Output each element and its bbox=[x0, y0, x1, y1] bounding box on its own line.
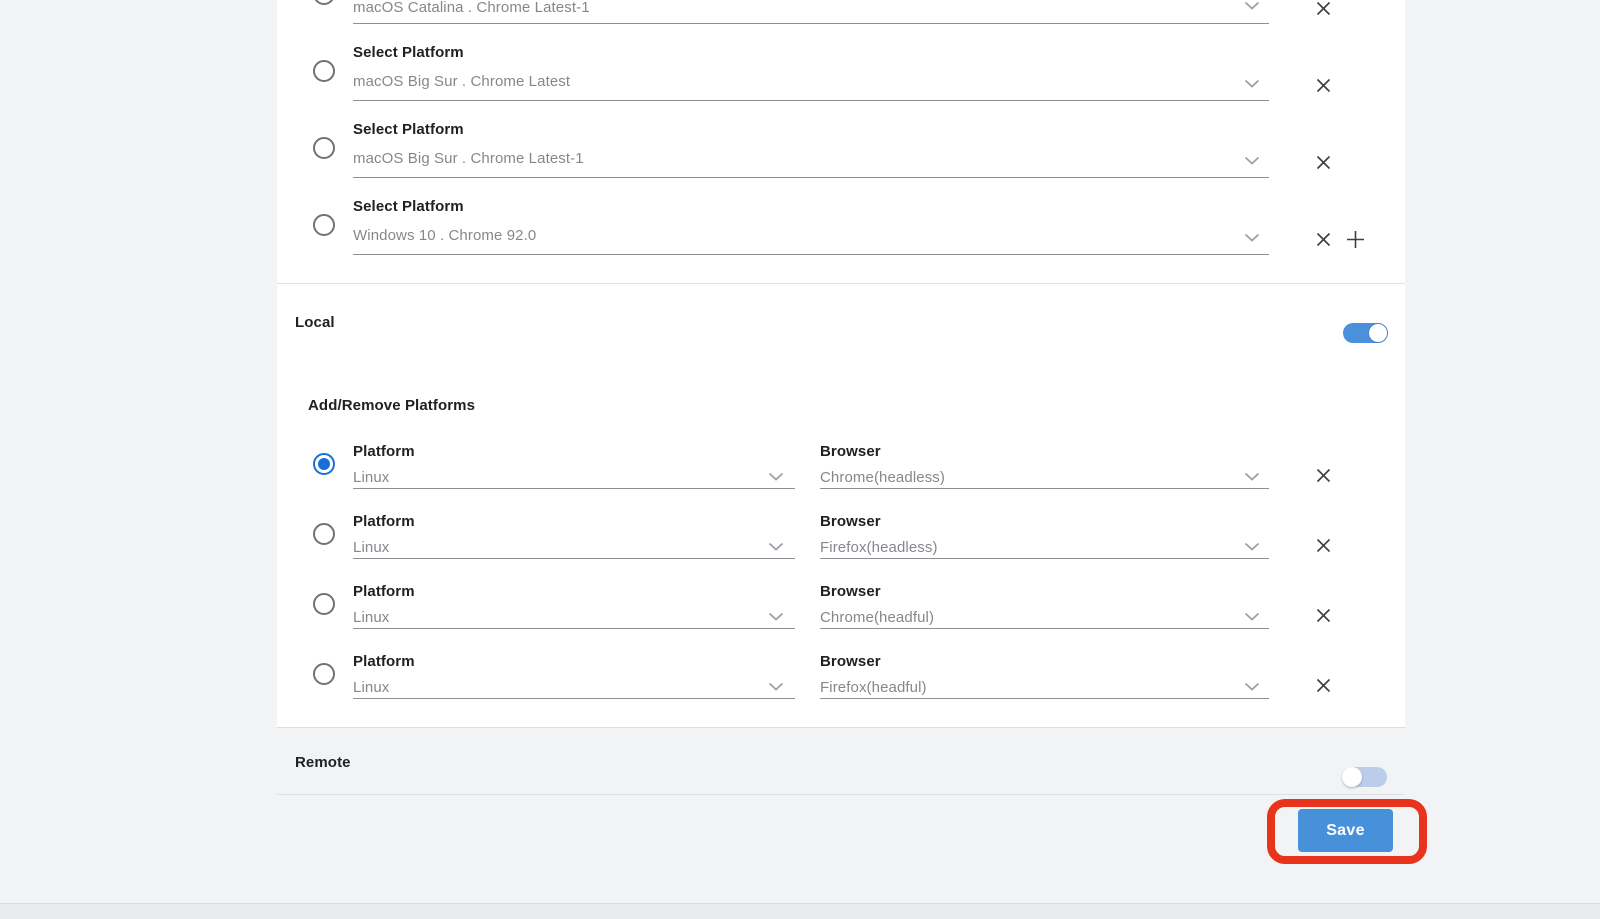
chevron-down-icon bbox=[1244, 542, 1260, 551]
field-underline bbox=[820, 698, 1269, 699]
local-label: Local bbox=[295, 312, 335, 332]
close-icon bbox=[1316, 538, 1331, 553]
browser-dropdown-value[interactable]: Firefox(headless) bbox=[820, 536, 938, 558]
add-icon bbox=[1346, 230, 1365, 249]
close-icon bbox=[1316, 78, 1331, 93]
browser-dropdown-value[interactable]: Firefox(headful) bbox=[820, 676, 927, 698]
platform-settings-page: macOS Catalina . Chrome Latest-1 Select … bbox=[0, 0, 1600, 919]
field-underline bbox=[353, 628, 795, 629]
chevron-down-icon bbox=[1244, 612, 1260, 621]
chevron-down-icon bbox=[1244, 156, 1260, 165]
platform-radio[interactable] bbox=[313, 60, 335, 82]
field-underline bbox=[353, 100, 1269, 101]
remote-toggle[interactable] bbox=[1343, 767, 1387, 787]
close-icon bbox=[1316, 468, 1331, 483]
platform-label: Platform bbox=[353, 651, 415, 671]
save-button[interactable]: Save bbox=[1298, 809, 1393, 852]
section-divider bbox=[277, 794, 1405, 795]
platform-row-radio[interactable] bbox=[313, 453, 335, 475]
platform-label: Platform bbox=[353, 441, 415, 461]
chevron-down-icon bbox=[1244, 233, 1260, 242]
chevron-down-icon bbox=[768, 542, 784, 551]
platform-row-radio[interactable] bbox=[313, 593, 335, 615]
platform-dropdown-value[interactable]: Linux bbox=[353, 536, 389, 558]
browser-label: Browser bbox=[820, 511, 881, 531]
field-underline bbox=[353, 698, 795, 699]
platform-radio[interactable] bbox=[313, 137, 335, 159]
browser-label: Browser bbox=[820, 651, 881, 671]
bottom-strip bbox=[0, 903, 1600, 919]
platform-dropdown-value[interactable]: Linux bbox=[353, 606, 389, 628]
close-icon bbox=[1316, 155, 1331, 170]
platform-label: Platform bbox=[353, 581, 415, 601]
close-icon bbox=[1316, 608, 1331, 623]
browser-label: Browser bbox=[820, 581, 881, 601]
platform-select-value[interactable]: macOS Big Sur . Chrome Latest bbox=[353, 70, 570, 92]
close-icon bbox=[1316, 232, 1331, 247]
platform-select-value[interactable]: macOS Big Sur . Chrome Latest-1 bbox=[353, 147, 584, 169]
chevron-down-icon bbox=[1244, 79, 1260, 88]
toggle-knob bbox=[1342, 767, 1362, 787]
field-underline bbox=[820, 488, 1269, 489]
field-underline bbox=[820, 558, 1269, 559]
remove-row-button[interactable] bbox=[1311, 463, 1335, 487]
chevron-down-icon bbox=[768, 682, 784, 691]
platform-select-value[interactable]: macOS Catalina . Chrome Latest-1 bbox=[353, 0, 590, 18]
local-toggle[interactable] bbox=[1343, 323, 1387, 343]
platform-dropdown-value[interactable]: Linux bbox=[353, 676, 389, 698]
remove-platform-button[interactable] bbox=[1311, 0, 1335, 20]
chevron-down-icon bbox=[1244, 1, 1260, 10]
add-remove-platforms-heading: Add/Remove Platforms bbox=[308, 395, 475, 415]
browser-label: Browser bbox=[820, 441, 881, 461]
toggle-knob bbox=[1368, 323, 1388, 343]
remove-platform-button[interactable] bbox=[1311, 150, 1335, 174]
remove-platform-button[interactable] bbox=[1311, 227, 1335, 251]
platform-row-radio[interactable] bbox=[313, 663, 335, 685]
browser-dropdown-value[interactable]: Chrome(headless) bbox=[820, 466, 945, 488]
close-icon bbox=[1316, 678, 1331, 693]
field-underline bbox=[353, 488, 795, 489]
chevron-down-icon bbox=[768, 472, 784, 481]
platform-label: Platform bbox=[353, 511, 415, 531]
platform-select-value[interactable]: Windows 10 . Chrome 92.0 bbox=[353, 224, 536, 246]
select-platform-label: Select Platform bbox=[353, 196, 464, 216]
select-platform-label: Select Platform bbox=[353, 119, 464, 139]
browser-dropdown-value[interactable]: Chrome(headful) bbox=[820, 606, 934, 628]
chevron-down-icon bbox=[1244, 472, 1260, 481]
remove-row-button[interactable] bbox=[1311, 673, 1335, 697]
platform-row-radio[interactable] bbox=[313, 523, 335, 545]
chevron-down-icon bbox=[1244, 682, 1260, 691]
platform-dropdown-value[interactable]: Linux bbox=[353, 466, 389, 488]
remove-row-button[interactable] bbox=[1311, 603, 1335, 627]
field-underline bbox=[353, 23, 1269, 24]
remote-label: Remote bbox=[295, 752, 351, 772]
select-platform-label: Select Platform bbox=[353, 42, 464, 62]
field-underline bbox=[820, 628, 1269, 629]
add-platform-button[interactable] bbox=[1343, 227, 1367, 251]
field-underline bbox=[353, 177, 1269, 178]
field-underline bbox=[353, 254, 1269, 255]
remove-row-button[interactable] bbox=[1311, 533, 1335, 557]
chevron-down-icon bbox=[768, 612, 784, 621]
close-icon bbox=[1316, 1, 1331, 16]
remove-platform-button[interactable] bbox=[1311, 73, 1335, 97]
section-divider bbox=[277, 283, 1405, 284]
platform-radio[interactable] bbox=[313, 214, 335, 236]
field-underline bbox=[353, 558, 795, 559]
